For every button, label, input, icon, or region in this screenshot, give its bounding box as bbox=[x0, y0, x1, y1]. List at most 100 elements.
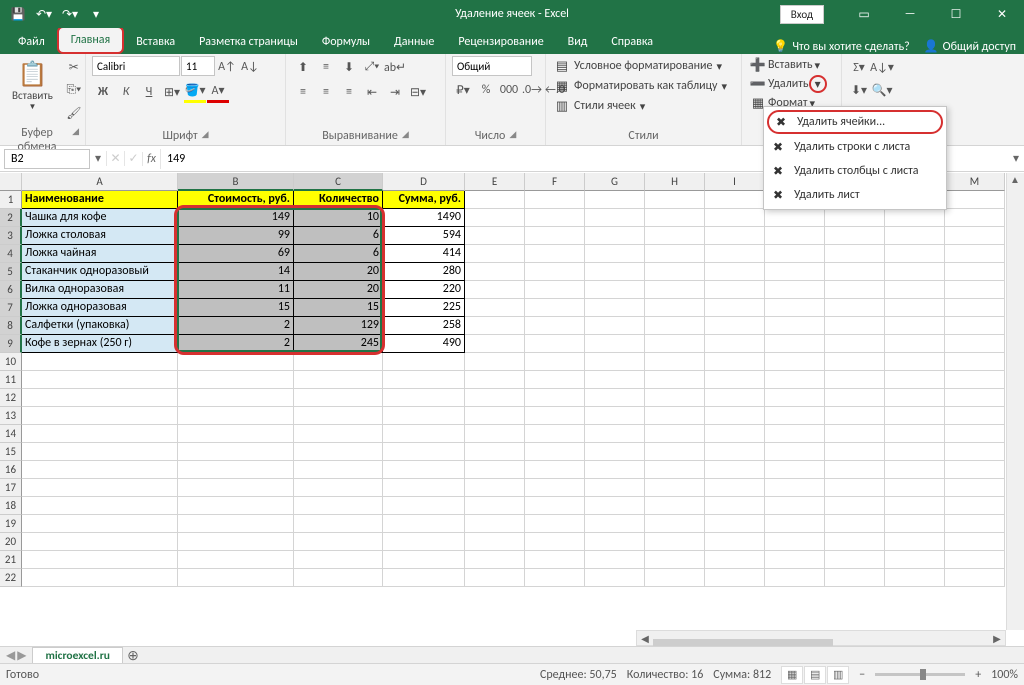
tab-review[interactable]: Рецензирование bbox=[446, 30, 555, 54]
tab-help[interactable]: Справка bbox=[599, 30, 665, 54]
cell[interactable] bbox=[765, 533, 825, 551]
cell[interactable] bbox=[294, 443, 383, 461]
dialog-launcher-icon[interactable]: ◢ bbox=[509, 129, 516, 143]
cell[interactable] bbox=[465, 209, 525, 227]
cell[interactable] bbox=[585, 443, 645, 461]
cell[interactable] bbox=[885, 569, 945, 587]
cell[interactable] bbox=[525, 479, 585, 497]
cell[interactable] bbox=[765, 461, 825, 479]
cell[interactable] bbox=[525, 425, 585, 443]
cell[interactable] bbox=[585, 533, 645, 551]
cell[interactable] bbox=[178, 371, 294, 389]
cell[interactable] bbox=[178, 479, 294, 497]
redo-icon[interactable]: ↷▾ bbox=[58, 2, 82, 26]
cell[interactable]: Наименование bbox=[22, 191, 178, 209]
save-icon[interactable]: 💾 bbox=[6, 2, 30, 26]
cell[interactable] bbox=[294, 479, 383, 497]
cell[interactable] bbox=[765, 569, 825, 587]
cell[interactable] bbox=[825, 245, 885, 263]
cell[interactable] bbox=[945, 389, 1005, 407]
cell[interactable] bbox=[705, 245, 765, 263]
cell[interactable]: 14 bbox=[178, 263, 294, 281]
cell[interactable] bbox=[705, 371, 765, 389]
cell[interactable] bbox=[645, 227, 705, 245]
cell[interactable] bbox=[945, 569, 1005, 587]
cell[interactable] bbox=[765, 389, 825, 407]
cell[interactable] bbox=[825, 443, 885, 461]
cell[interactable]: 1490 bbox=[383, 209, 465, 227]
cell[interactable]: Вилка одноразовая bbox=[22, 281, 178, 299]
cell[interactable] bbox=[178, 569, 294, 587]
cell[interactable] bbox=[465, 191, 525, 209]
cell[interactable] bbox=[525, 533, 585, 551]
cell[interactable] bbox=[765, 281, 825, 299]
vertical-scrollbar[interactable]: ▲ bbox=[1006, 173, 1024, 630]
cell[interactable] bbox=[383, 533, 465, 551]
row-header[interactable]: 17 bbox=[0, 479, 22, 497]
cell[interactable] bbox=[465, 263, 525, 281]
cell[interactable] bbox=[885, 443, 945, 461]
cell[interactable] bbox=[765, 335, 825, 353]
cell[interactable] bbox=[22, 425, 178, 443]
qat-customize-icon[interactable]: ▾ bbox=[84, 2, 108, 26]
cell[interactable] bbox=[765, 479, 825, 497]
cell[interactable] bbox=[645, 569, 705, 587]
cell[interactable] bbox=[705, 281, 765, 299]
cell[interactable] bbox=[525, 317, 585, 335]
cell[interactable] bbox=[383, 551, 465, 569]
cell[interactable] bbox=[294, 569, 383, 587]
merge-icon[interactable]: ⊟▾ bbox=[407, 81, 429, 103]
name-box[interactable]: B2 bbox=[4, 149, 90, 169]
cell[interactable] bbox=[585, 371, 645, 389]
delete-cells-button[interactable]: ➖Удалить▾ bbox=[748, 74, 829, 94]
cell[interactable] bbox=[825, 533, 885, 551]
cell[interactable] bbox=[645, 497, 705, 515]
currency-icon[interactable]: ₽▾ bbox=[452, 79, 474, 101]
cell[interactable] bbox=[294, 389, 383, 407]
cell[interactable] bbox=[294, 497, 383, 515]
row-header[interactable]: 18 bbox=[0, 497, 22, 515]
orientation-icon[interactable]: ⤢▾ bbox=[361, 56, 383, 78]
maximize-icon[interactable]: ☐ bbox=[934, 0, 978, 28]
cell[interactable] bbox=[383, 425, 465, 443]
cell[interactable] bbox=[22, 353, 178, 371]
cell[interactable] bbox=[294, 515, 383, 533]
cell[interactable] bbox=[765, 353, 825, 371]
formula-enter-icon[interactable]: ✓ bbox=[124, 151, 142, 166]
cell[interactable] bbox=[178, 443, 294, 461]
cell[interactable] bbox=[885, 497, 945, 515]
cell[interactable] bbox=[765, 227, 825, 245]
delete-sheet-menuitem[interactable]: ✖Удалить лист bbox=[764, 183, 946, 207]
tab-insert[interactable]: Вставка bbox=[124, 30, 187, 54]
scroll-left-icon[interactable]: ◀ bbox=[637, 632, 653, 645]
cell[interactable] bbox=[945, 371, 1005, 389]
cell[interactable] bbox=[705, 551, 765, 569]
cell[interactable] bbox=[465, 461, 525, 479]
align-top-icon[interactable]: ⬆ bbox=[292, 56, 314, 78]
cell[interactable] bbox=[585, 245, 645, 263]
fill-icon[interactable]: ⬇▾ bbox=[848, 79, 870, 101]
borders-icon[interactable]: ⊞▾ bbox=[161, 81, 183, 103]
cell[interactable]: 414 bbox=[383, 245, 465, 263]
cell[interactable] bbox=[765, 443, 825, 461]
cell[interactable] bbox=[645, 353, 705, 371]
cell[interactable] bbox=[645, 209, 705, 227]
cell[interactable]: 2 bbox=[178, 335, 294, 353]
cell[interactable] bbox=[22, 569, 178, 587]
cell[interactable] bbox=[645, 299, 705, 317]
column-header[interactable]: C bbox=[294, 173, 383, 191]
cell[interactable]: 15 bbox=[178, 299, 294, 317]
cell[interactable] bbox=[945, 209, 1005, 227]
cell[interactable] bbox=[705, 389, 765, 407]
cell[interactable] bbox=[294, 425, 383, 443]
align-right-icon[interactable]: ≡ bbox=[338, 81, 360, 103]
underline-button[interactable]: Ч bbox=[138, 81, 160, 103]
cell[interactable]: 10 bbox=[294, 209, 383, 227]
cell[interactable] bbox=[885, 371, 945, 389]
cell[interactable] bbox=[585, 317, 645, 335]
cell[interactable] bbox=[465, 407, 525, 425]
cell[interactable] bbox=[825, 551, 885, 569]
cell[interactable]: 11 bbox=[178, 281, 294, 299]
cell[interactable] bbox=[885, 479, 945, 497]
normal-view-icon[interactable]: ▦ bbox=[781, 666, 803, 684]
